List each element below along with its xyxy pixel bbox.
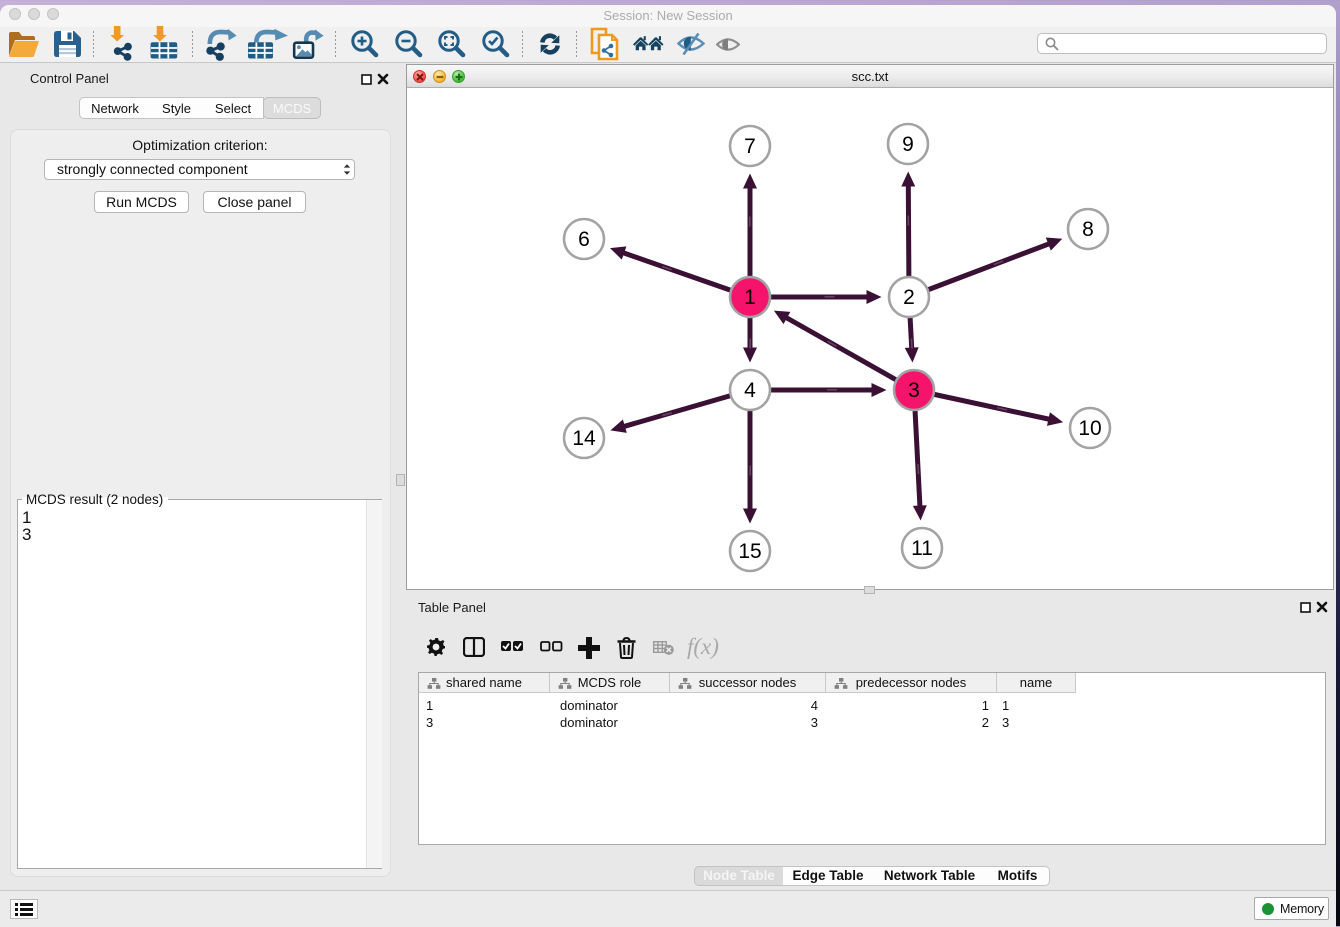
svg-text:14: 14 <box>572 427 596 450</box>
svg-text:2: 2 <box>903 286 915 309</box>
svg-text:8: 8 <box>1082 218 1094 241</box>
svg-text:10: 10 <box>1078 417 1101 440</box>
svg-text:7: 7 <box>744 135 756 158</box>
svg-text:1: 1 <box>744 286 756 309</box>
svg-text:15: 15 <box>738 540 761 563</box>
svg-text:11: 11 <box>911 537 933 560</box>
svg-text:3: 3 <box>908 379 920 402</box>
svg-text:9: 9 <box>902 133 914 156</box>
svg-text:4: 4 <box>744 379 756 402</box>
svg-text:6: 6 <box>578 228 590 251</box>
